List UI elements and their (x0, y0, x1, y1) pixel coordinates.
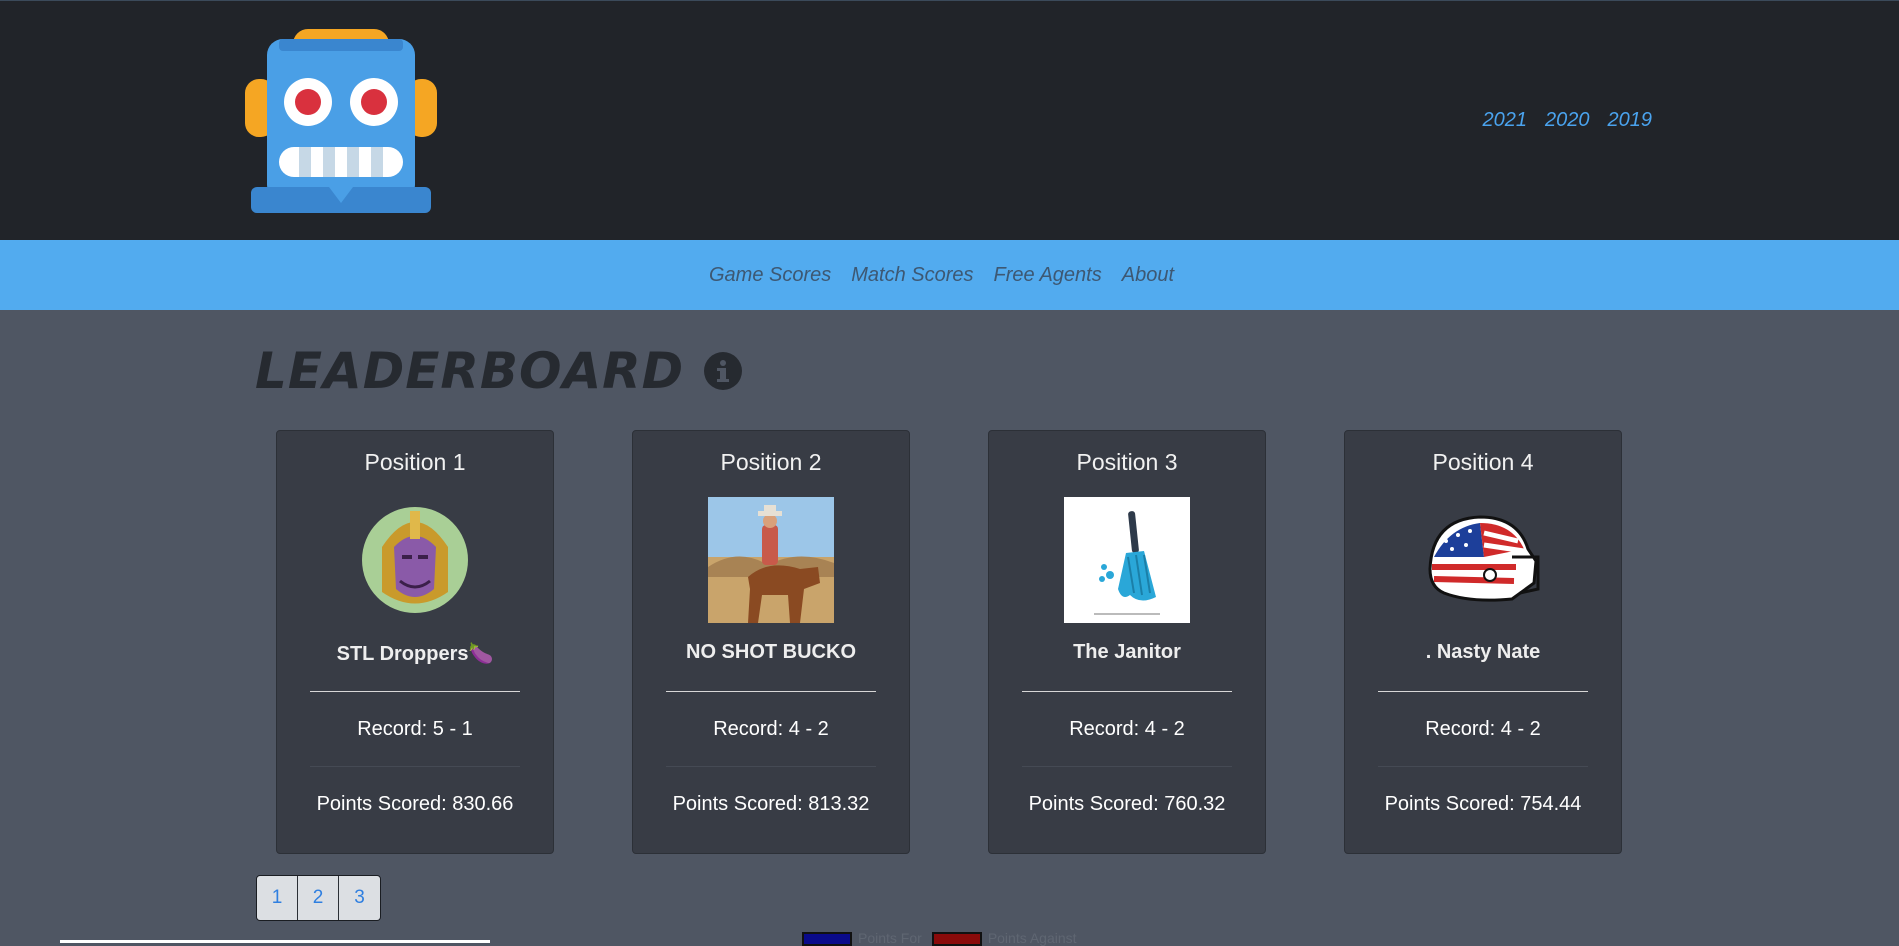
leaderboard-card-3: Position 3 The Janitor Record: 4 - 2 Poi… (988, 430, 1266, 854)
card-position: Position 3 (1076, 449, 1178, 475)
divider (310, 766, 520, 767)
divider (666, 691, 876, 692)
american-flag-helmet-icon (1420, 497, 1546, 623)
points-scored: Points Scored: 754.44 (1384, 793, 1582, 815)
card-position: Position 2 (720, 449, 822, 475)
legend-label: Points For (858, 930, 922, 946)
points-scored: Points Scored: 830.66 (316, 793, 514, 815)
page-button-2[interactable]: 2 (298, 876, 339, 920)
legend-label: Points Against (987, 930, 1077, 946)
page-title: Leaderboard (255, 342, 685, 400)
team-name: The Janitor (1073, 641, 1181, 663)
leaderboard-card-1: Position 1 STL Droppers🍆 Record: 5 - 1 P… (276, 430, 554, 854)
leaderboard-card-4: Position 4 . Nasty Nate Record: 4 - 2 Po… (1344, 430, 1622, 854)
year-link-2021[interactable]: 2021 (1483, 109, 1528, 132)
top-header: 2021 2020 2019 (0, 0, 1899, 240)
card-position: Position 4 (1432, 449, 1534, 475)
thanos-avatar (352, 497, 478, 623)
cowboy-on-horse-photo (708, 497, 834, 623)
mop-icon (1064, 497, 1190, 623)
divider (1378, 691, 1588, 692)
team-name: NO SHOT BUCKO (686, 641, 856, 663)
divider (666, 766, 876, 767)
divider (1378, 766, 1588, 767)
info-circle-icon[interactable] (704, 352, 743, 390)
legend-item-points-against[interactable]: Points Against (931, 930, 1077, 946)
main-nav: Game Scores Match Scores Free Agents Abo… (0, 240, 1899, 310)
leaderboard-card-2: Position 2 NO SHOT BUCKO Record: 4 - 2 P… (632, 430, 910, 854)
chart-legend: Points For Points Against (802, 930, 1077, 946)
pagination: 1 2 3 (256, 875, 381, 921)
nav-about[interactable]: About (1122, 264, 1174, 287)
divider (1022, 766, 1232, 767)
nav-match-scores[interactable]: Match Scores (851, 264, 973, 287)
year-link-2019[interactable]: 2019 (1608, 109, 1653, 132)
record: Record: 4 - 2 (1069, 718, 1185, 740)
points-scored: Points Scored: 760.32 (1028, 793, 1226, 815)
robot-face-icon[interactable] (245, 27, 437, 217)
page-button-1[interactable]: 1 (257, 876, 298, 920)
record: Record: 5 - 1 (357, 718, 473, 740)
nav-game-scores[interactable]: Game Scores (709, 264, 831, 287)
record: Record: 4 - 2 (1425, 718, 1541, 740)
record: Record: 4 - 2 (713, 718, 829, 740)
legend-swatch (931, 932, 982, 946)
legend-swatch (802, 932, 852, 946)
page-button-3[interactable]: 3 (339, 876, 380, 920)
card-position: Position 1 (364, 449, 466, 475)
legend-item-points-for[interactable]: Points For (802, 930, 922, 946)
points-scored: Points Scored: 813.32 (672, 793, 870, 815)
year-links: 2021 2020 2019 (1483, 109, 1653, 132)
leaderboard-heading: Leaderboard (255, 342, 743, 400)
year-link-2020[interactable]: 2020 (1545, 109, 1590, 132)
divider (310, 691, 520, 692)
divider (1022, 691, 1232, 692)
team-name: STL Droppers🍆 (336, 643, 494, 665)
team-name: . Nasty Nate (1425, 641, 1541, 663)
nav-free-agents[interactable]: Free Agents (994, 264, 1102, 287)
